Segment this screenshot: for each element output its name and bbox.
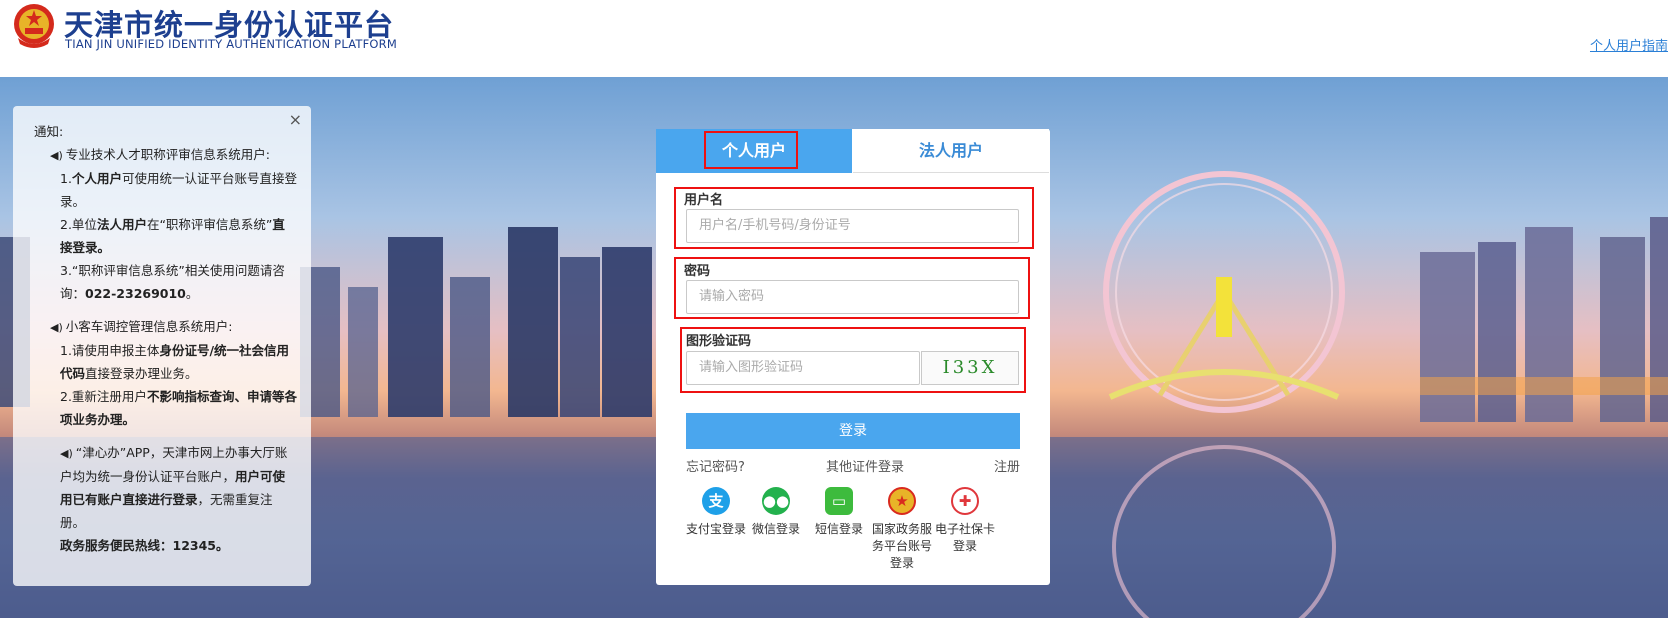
login-button[interactable]: 登录: [686, 413, 1020, 449]
national-emblem-icon: ★: [888, 487, 916, 515]
login-tabs: 个人用户 法人用户: [656, 129, 1050, 173]
notice-heading-text: 专业技术人才职称评审信息系统用户:: [65, 147, 270, 162]
alt-login-label: 支付宝登录: [685, 522, 746, 536]
login-card: 个人用户 法人用户 用户名 用户名/手机号码/身份证号 密码 请输入密码 图形验…: [656, 129, 1050, 585]
notice-paragraph: ◀) “津心办”APP，天津市网上办事大厅账户均为统一身份认证平台账户，用户可使用…: [60, 445, 288, 530]
highlight-box: [704, 131, 798, 169]
alipay-login[interactable]: 支 支付宝登录: [685, 487, 747, 538]
social-security-card-icon: ✚: [951, 487, 979, 515]
sms-icon: ▭: [825, 487, 853, 515]
username-input[interactable]: 用户名/手机号码/身份证号: [686, 209, 1019, 243]
captcha-text: I33X: [942, 357, 998, 378]
notice-section-heading: ◀) 小客车调控管理信息系统用户:: [50, 315, 297, 339]
alt-login-label: 微信登录: [751, 522, 800, 536]
social-security-card-login[interactable]: ✚ 电子社保卡登录: [934, 487, 996, 555]
register-link[interactable]: 注册: [994, 456, 1020, 475]
captcha-label: 图形验证码: [686, 334, 752, 349]
captcha-image[interactable]: I33X: [921, 351, 1019, 385]
alt-login-label: 短信登录: [814, 522, 863, 536]
notice-paragraph: 2.单位法人用户在“职称评审信息系统”直接登录。: [60, 217, 285, 255]
alt-login-label: 电子社保卡登录: [934, 522, 995, 553]
username-label: 用户名: [684, 193, 724, 208]
national-emblem-icon: [14, 4, 54, 48]
close-icon[interactable]: ×: [289, 108, 302, 131]
notice-paragraph: 1.个人用户可使用统一认证平台账号直接登录。: [60, 171, 297, 209]
tab-legal-entity-user[interactable]: 法人用户: [853, 129, 1049, 173]
password-label: 密码: [684, 264, 711, 279]
speaker-icon: ◀): [50, 149, 63, 162]
speaker-icon: ◀): [50, 321, 63, 334]
password-input[interactable]: 请输入密码: [686, 280, 1019, 314]
sms-login[interactable]: ▭ 短信登录: [808, 487, 870, 538]
alipay-icon: 支: [702, 487, 730, 515]
notice-paragraph: 2.重新注册用户不影响指标查询、申请等各项业务办理。: [60, 389, 297, 427]
forgot-password-link[interactable]: 忘记密码?: [686, 456, 745, 475]
alt-login-label: 国家政务服务平台账号登录: [871, 522, 932, 570]
header: 天津市统一身份认证平台 TIAN JIN UNIFIED IDENTITY AU…: [0, 0, 1668, 77]
notice-panel: × 通知: ◀) 专业技术人才职称评审信息系统用户: 1.个人用户可使用统一认证平…: [13, 106, 311, 586]
wechat-icon: ●●: [762, 487, 790, 515]
notice-hotline: 政务服务便民热线：12345。: [60, 538, 229, 553]
notice-heading-text: 小客车调控管理信息系统用户:: [65, 319, 233, 334]
site-subtitle: TIAN JIN UNIFIED IDENTITY AUTHENTICATION…: [65, 37, 397, 51]
captcha-input[interactable]: 请输入图形验证码: [686, 351, 920, 385]
notice-paragraph: 1.请使用申报主体身份证号/统一社会信用代码直接登录办理业务。: [60, 343, 290, 381]
wechat-login[interactable]: ●● 微信登录: [745, 487, 807, 538]
notice-title: 通知:: [34, 124, 64, 139]
national-platform-login[interactable]: ★ 国家政务服务平台账号登录: [871, 487, 933, 572]
other-cert-login-link[interactable]: 其他证件登录: [826, 456, 904, 475]
speaker-icon: ◀): [60, 447, 73, 460]
notice-section-heading: ◀) 专业技术人才职称评审信息系统用户:: [50, 143, 297, 167]
notice-paragraph: 3.“职称评审信息系统”相关使用问题请咨询：022-23269010。: [60, 263, 285, 301]
user-guide-link[interactable]: 个人用户指南: [1590, 35, 1668, 54]
